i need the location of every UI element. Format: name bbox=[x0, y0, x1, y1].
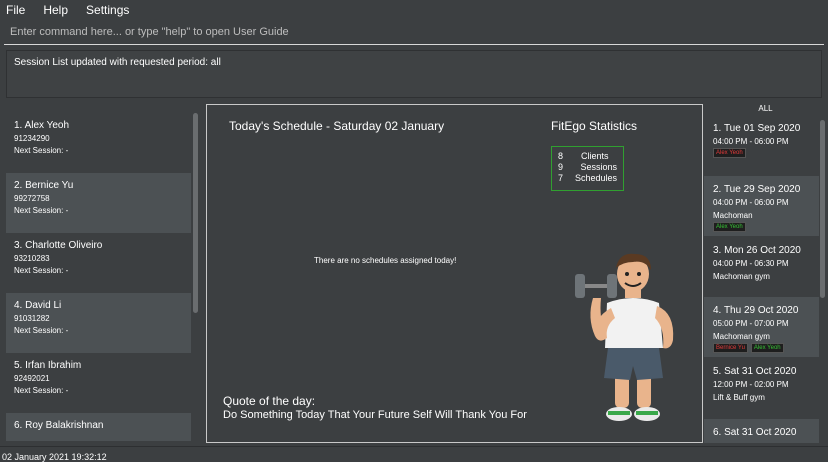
menu-settings[interactable]: Settings bbox=[83, 3, 132, 17]
session-date: 1. Tue 01 Sep 2020 bbox=[713, 123, 801, 134]
session-gym: Lift & Buff gym bbox=[713, 393, 765, 402]
client-name: 6. Roy Balakrishnan bbox=[14, 420, 104, 431]
client-name: 5. Irfan Ibrahim bbox=[14, 360, 82, 371]
stat-label: Clients bbox=[581, 151, 609, 161]
session-time: 04:00 PM - 06:00 PM bbox=[713, 198, 789, 207]
client-tag: Alex Yeoh bbox=[713, 222, 746, 232]
client-next-session: Next Session: - bbox=[14, 206, 69, 215]
client-card[interactable]: 6. Roy Balakrishnan bbox=[6, 413, 191, 441]
client-next-session: Next Session: - bbox=[14, 326, 69, 335]
client-phone: 99272758 bbox=[14, 194, 50, 203]
stat-count: 8 bbox=[558, 151, 564, 161]
session-time: 04:00 PM - 06:00 PM bbox=[713, 137, 789, 146]
session-date: 5. Sat 31 Oct 2020 bbox=[713, 366, 797, 377]
fitego-app-window: File Help Settings Session List updated … bbox=[0, 0, 828, 462]
client-list-panel[interactable]: 1. Alex Yeoh 91234290 Next Session: - 2.… bbox=[0, 107, 203, 441]
session-tags: Alex Yeoh bbox=[713, 222, 810, 232]
session-card[interactable]: 1. Tue 01 Sep 2020 04:00 PM - 06:00 PM A… bbox=[704, 115, 819, 175]
stat-row-clients: 8 Clients bbox=[558, 151, 617, 162]
session-date: 3. Mon 26 Oct 2020 bbox=[713, 245, 801, 256]
session-card[interactable]: 2. Tue 29 Sep 2020 04:00 PM - 06:00 PM M… bbox=[704, 176, 819, 236]
result-message: Session List updated with requested peri… bbox=[14, 57, 221, 68]
stat-count: 9 bbox=[558, 162, 564, 172]
stat-label: Sessions bbox=[580, 162, 617, 172]
empty-schedule-message: There are no schedules assigned today! bbox=[314, 256, 457, 265]
session-card[interactable]: 5. Sat 31 Oct 2020 12:00 PM - 02:00 PM L… bbox=[704, 358, 819, 418]
menu-bar: File Help Settings bbox=[0, 0, 828, 19]
command-box bbox=[4, 21, 824, 45]
client-phone: 91031282 bbox=[14, 314, 50, 323]
menu-file[interactable]: File bbox=[3, 3, 28, 17]
session-list-panel[interactable]: 1. Tue 01 Sep 2020 04:00 PM - 06:00 PM A… bbox=[704, 115, 828, 443]
client-phone: 92492021 bbox=[14, 374, 50, 383]
stat-count: 7 bbox=[558, 173, 564, 183]
client-next-session: Next Session: - bbox=[14, 266, 69, 275]
stat-row-schedules: 7 Schedules bbox=[558, 173, 617, 184]
bodybuilder-mascot-icon bbox=[575, 253, 674, 421]
session-card[interactable]: 3. Mon 26 Oct 2020 04:00 PM - 06:30 PM M… bbox=[704, 237, 819, 297]
stat-row-sessions: 9 Sessions bbox=[558, 162, 617, 173]
client-list-scrollbar[interactable] bbox=[193, 113, 198, 313]
session-tags: Bernice Yu Alex Yeoh bbox=[713, 343, 810, 353]
client-name: 4. David Li bbox=[14, 300, 62, 311]
session-card[interactable]: 6. Sat 31 Oct 2020 bbox=[704, 419, 819, 443]
stats-box: 8 Clients 9 Sessions 7 Schedules bbox=[551, 146, 624, 191]
stats-title: FitEgo Statistics bbox=[551, 119, 638, 133]
session-card[interactable]: 4. Thu 29 Oct 2020 05:00 PM - 07:00 PM M… bbox=[704, 297, 819, 357]
client-next-session: Next Session: - bbox=[14, 386, 69, 395]
status-datetime: 02 January 2021 19:32:12 bbox=[2, 452, 107, 462]
session-date: 4. Thu 29 Oct 2020 bbox=[713, 305, 799, 316]
session-gym: Machoman bbox=[713, 211, 753, 220]
stat-label: Schedules bbox=[574, 173, 617, 183]
schedule-panel: Today's Schedule - Saturday 02 January F… bbox=[206, 104, 703, 443]
client-card[interactable]: 1. Alex Yeoh 91234290 Next Session: - bbox=[6, 113, 191, 173]
session-tags: Alex Yeoh bbox=[713, 148, 810, 158]
schedule-title: Today's Schedule - Saturday 02 January bbox=[229, 119, 445, 133]
menu-help[interactable]: Help bbox=[40, 3, 71, 17]
client-card[interactable]: 4. David Li 91031282 Next Session: - bbox=[6, 293, 191, 353]
client-tag: Alex Yeoh bbox=[713, 148, 746, 158]
session-gym: Machoman gym bbox=[713, 272, 770, 281]
quote-text: Do Something Today That Your Future Self… bbox=[223, 409, 527, 421]
client-card[interactable]: 3. Charlotte Oliveiro 93210283 Next Sess… bbox=[6, 233, 191, 293]
client-card[interactable]: 2. Bernice Yu 99272758 Next Session: - bbox=[6, 173, 191, 233]
session-gym: Machoman gym bbox=[713, 332, 770, 341]
quote-heading: Quote of the day: bbox=[223, 394, 316, 408]
session-list-scrollbar[interactable] bbox=[820, 120, 825, 298]
session-time: 05:00 PM - 07:00 PM bbox=[713, 319, 789, 328]
session-period-label: ALL bbox=[758, 104, 773, 113]
client-name: 2. Bernice Yu bbox=[14, 180, 74, 191]
session-time: 12:00 PM - 02:00 PM bbox=[713, 380, 789, 389]
client-tag: Alex Yeoh bbox=[750, 343, 784, 353]
status-bar: 02 January 2021 19:32:12 bbox=[0, 446, 828, 462]
session-date: 6. Sat 31 Oct 2020 bbox=[713, 427, 797, 438]
command-input[interactable] bbox=[4, 21, 824, 43]
session-time: 04:00 PM - 06:30 PM bbox=[713, 259, 789, 268]
client-name: 1. Alex Yeoh bbox=[14, 120, 70, 131]
result-display: Session List updated with requested peri… bbox=[6, 50, 822, 98]
client-phone: 91234290 bbox=[14, 134, 50, 143]
client-tag: Bernice Yu bbox=[713, 343, 748, 353]
client-phone: 93210283 bbox=[14, 254, 50, 263]
client-next-session: Next Session: - bbox=[14, 146, 69, 155]
session-date: 2. Tue 29 Sep 2020 bbox=[713, 184, 801, 195]
client-card[interactable]: 5. Irfan Ibrahim 92492021 Next Session: … bbox=[6, 353, 191, 413]
client-name: 3. Charlotte Oliveiro bbox=[14, 240, 103, 251]
